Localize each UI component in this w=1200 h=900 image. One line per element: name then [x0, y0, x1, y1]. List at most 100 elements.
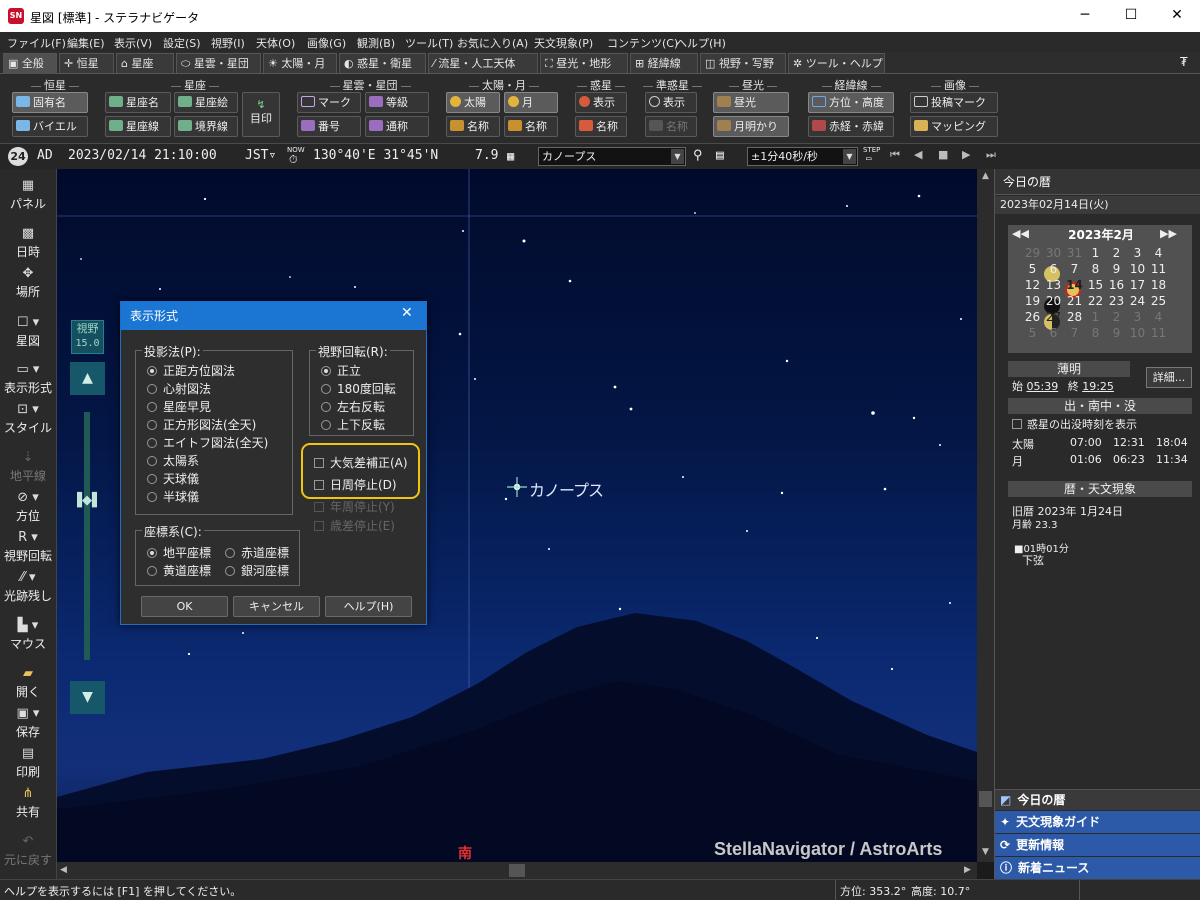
menu-favorites[interactable]: お気に入り(A): [457, 35, 528, 51]
next-month-icon[interactable]: ▶▶: [1160, 227, 1177, 240]
calendar-day[interactable]: 6: [1043, 325, 1064, 341]
zoom-track[interactable]: [84, 412, 90, 660]
stop-icon[interactable]: ■: [938, 148, 948, 161]
guide-updates-button[interactable]: ⟳ 更新情報: [995, 834, 1200, 856]
sky-horizontal-scrollbar[interactable]: ◀ ▶: [57, 862, 977, 879]
rotation-option[interactable]: 正立: [321, 362, 361, 379]
calendar-day[interactable]: 11: [1148, 325, 1169, 341]
mark-button[interactable]: ↯ 目印: [242, 92, 280, 137]
calendar-day[interactable]: 9: [1106, 325, 1127, 341]
calendar-day[interactable]: 2: [1106, 245, 1127, 261]
coords-option[interactable]: 赤道座標: [225, 544, 289, 561]
menu-settings[interactable]: 設定(S): [163, 35, 201, 51]
skip-back-icon[interactable]: ⏮: [890, 148, 900, 162]
moonlight-button[interactable]: 月明かり: [713, 116, 789, 137]
calendar-day[interactable]: 12: [1022, 277, 1043, 293]
chevron-down-icon[interactable]: ▼: [843, 149, 856, 164]
calendar-day-today[interactable]: 14: [1064, 277, 1085, 293]
scroll-thumb[interactable]: [979, 791, 992, 807]
tab-general[interactable]: ▣ 全般: [3, 53, 57, 74]
calendar-day[interactable]: 22: [1085, 293, 1106, 309]
calendar-day[interactable]: 29: [1022, 245, 1043, 261]
tab-gridlines[interactable]: ⊞ 経緯線: [630, 53, 698, 74]
dwarf-name-button[interactable]: 名称: [645, 116, 697, 137]
calendar-day[interactable]: 27: [1043, 309, 1064, 325]
calendar-day[interactable]: 7: [1064, 325, 1085, 341]
target-search-combo[interactable]: カノープス ▼: [538, 147, 686, 166]
open-button[interactable]: ▰ 開く: [0, 665, 56, 700]
tab-constellations[interactable]: ⌂ 星座: [116, 53, 174, 74]
calendar-day[interactable]: 4: [1148, 245, 1169, 261]
keypad-icon[interactable]: ▦: [507, 149, 514, 163]
precession-stop-checkbox[interactable]: 歳差停止(E): [314, 517, 395, 534]
calendar-day[interactable]: 9: [1106, 261, 1127, 277]
planet-show-button[interactable]: 表示: [575, 92, 627, 113]
guide-today-button[interactable]: ◩ 今日の暦: [995, 789, 1200, 810]
trail-button[interactable]: ⁄⁄ ▾ 光跡残し: [0, 569, 56, 604]
nebula-number-button[interactable]: 番号: [297, 116, 361, 137]
calendar-day[interactable]: 24: [1127, 293, 1148, 309]
calendar-day[interactable]: 3: [1127, 245, 1148, 261]
projection-option[interactable]: 星座早見: [147, 398, 211, 415]
hscroll-thumb[interactable]: [509, 864, 525, 877]
daylight-button[interactable]: 昼光: [713, 92, 789, 113]
mouse-button[interactable]: ▙ ▾ マウス: [0, 617, 56, 652]
horizon-button[interactable]: ⇣ 地平線: [0, 449, 56, 484]
calendar-day[interactable]: 10: [1127, 261, 1148, 277]
star-chart-button[interactable]: ☐ ▾ 星図: [0, 314, 56, 349]
moon-name-button[interactable]: 名称: [504, 116, 558, 137]
annual-stop-checkbox[interactable]: 年周停止(Y): [314, 498, 395, 515]
tab-sun-moon[interactable]: ☀ 太陽・月: [263, 53, 337, 74]
menu-phenomena[interactable]: 天文現象(P): [534, 35, 593, 51]
tab-meteors[interactable]: ⁄ 流星・人工天体: [428, 53, 538, 74]
calendar-day[interactable]: 2: [1106, 309, 1127, 325]
list-icon[interactable]: ▤: [716, 148, 724, 163]
calendar-day[interactable]: 25: [1148, 293, 1169, 309]
calendar-day[interactable]: 18: [1148, 277, 1169, 293]
calendar-day[interactable]: 13: [1043, 277, 1064, 293]
share-button[interactable]: ⋔ 共有: [0, 785, 56, 820]
calendar-day[interactable]: 1: [1085, 309, 1106, 325]
dialog-close-icon[interactable]: ✕: [401, 305, 413, 321]
constellation-picture-button[interactable]: 星座絵: [174, 92, 238, 113]
guide-news-button[interactable]: ⓘ 新着ニュース: [995, 857, 1200, 879]
projection-option[interactable]: 正方形図法(全天): [147, 416, 256, 433]
print-button[interactable]: ▤ 印刷: [0, 745, 56, 780]
coords-option[interactable]: 地平座標: [147, 544, 211, 561]
menu-contents[interactable]: コンテンツ(C): [607, 35, 678, 51]
zoom-in-button[interactable]: ▲: [70, 362, 105, 395]
planet-name-button[interactable]: 名称: [575, 116, 627, 137]
azalt-grid-button[interactable]: 方位・高度: [808, 92, 894, 113]
star-label[interactable]: カノープス: [529, 477, 604, 501]
tab-planets[interactable]: ◐ 惑星・衛星: [339, 53, 426, 74]
rotation-option[interactable]: 上下反転: [321, 416, 385, 433]
moon-button[interactable]: 月: [504, 92, 558, 113]
calendar-day[interactable]: 20: [1043, 293, 1064, 309]
calendar-day[interactable]: 3: [1127, 309, 1148, 325]
planet-rise-checkbox[interactable]: 惑星の出没時刻を表示: [1012, 416, 1137, 432]
date-badge[interactable]: 24: [8, 147, 28, 166]
projection-option[interactable]: 心射図法: [147, 380, 211, 397]
calendar-day[interactable]: 26: [1022, 309, 1043, 325]
direction-button[interactable]: ⊘ ▾ 方位: [0, 489, 56, 524]
calendar-day[interactable]: 15: [1085, 277, 1106, 293]
calendar-day[interactable]: 17: [1127, 277, 1148, 293]
menu-object[interactable]: 天体(O): [256, 35, 295, 51]
sun-button[interactable]: 太陽: [446, 92, 500, 113]
calendar-day[interactable]: 19: [1022, 293, 1043, 309]
projection-option[interactable]: 天球儀: [147, 470, 199, 487]
step-back-icon[interactable]: ◀: [914, 148, 922, 161]
close-button[interactable]: ✕: [1154, 0, 1200, 32]
skip-forward-icon[interactable]: ⏭: [986, 148, 996, 162]
projection-option[interactable]: 正距方位図法: [147, 362, 235, 379]
menu-help[interactable]: ヘルプ(H): [676, 35, 726, 51]
tab-daylight[interactable]: ⛶ 昼光・地形: [540, 53, 628, 74]
datetime-display[interactable]: 2023/02/14 21:10:00: [68, 148, 217, 163]
undo-button[interactable]: ↶ 元に戻す: [0, 833, 56, 868]
pin-icon[interactable]: ₮: [1180, 55, 1188, 69]
projection-option[interactable]: 太陽系: [147, 452, 199, 469]
constellation-name-button[interactable]: 星座名: [105, 92, 171, 113]
search-icon[interactable]: ⚲: [693, 148, 703, 163]
style-button[interactable]: ⊡ ▾ スタイル: [0, 401, 56, 436]
datetime-button[interactable]: ▩ 日時: [0, 225, 56, 260]
